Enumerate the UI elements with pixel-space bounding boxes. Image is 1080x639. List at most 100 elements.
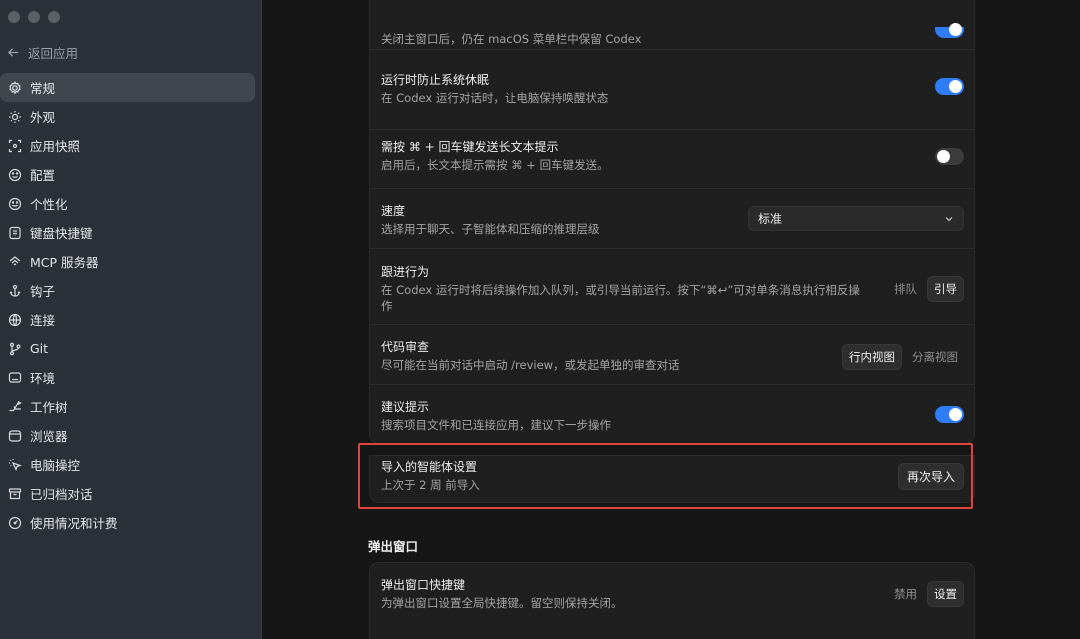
toggle-knob [949,80,962,93]
code-review-segmented: 行内视图 分离视图 [842,344,964,370]
sidebar-item-computer-use[interactable]: 电脑操控 [0,450,255,479]
sidebar-item-label: 钩子 [30,284,56,299]
worktree-icon [8,400,22,414]
follow-up-title: 跟进行为 [381,265,430,279]
smile-icon [8,197,22,211]
archive-icon [8,487,22,501]
setting-row-follow-up: 跟进行为 在 Codex 运行时将后续操作加入队列，或引导当前运行。按下“⌘↩”… [370,249,974,325]
browser-icon [8,429,22,443]
follow-up-desc: 在 Codex 运行时将后续操作加入队列，或引导当前运行。按下“⌘↩”可对单条消… [381,283,860,313]
cmd-enter-title: 需按 ⌘ + 回车键发送长文本提示 [381,140,559,154]
menubar-toggle[interactable] [935,23,964,38]
sidebar-item-label: 常规 [30,81,56,96]
prevent-sleep-desc: 在 Codex 运行对话时，让电脑保持唤醒状态 [381,91,609,105]
code-review-inline-option[interactable]: 行内视图 [842,344,902,370]
sidebar-item-hooks[interactable]: 钩子 [0,276,255,305]
close-window-button[interactable] [8,11,20,23]
sun-icon [8,110,22,124]
sidebar-item-label: 个性化 [30,197,68,212]
settings-nav: 常规 外观 应用快照 配置 个性化 键盘快捷键 MCP 服务器 钩子 连接 Gi… [0,73,262,537]
follow-up-queue-option[interactable]: 排队 [888,277,923,301]
sidebar-item-app-snapshot[interactable]: 应用快照 [0,131,255,160]
zoom-window-button[interactable] [48,11,60,23]
setting-row-popup-shortcut: 弹出窗口快捷键 为弹出窗口设置全局快捷键。留空则保持关闭。 禁用 设置 [370,563,974,623]
sidebar-item-environment[interactable]: 环境 [0,363,255,392]
general-settings-card: 关闭主窗口后，仍在 macOS 菜单栏中保留 Codex 运行时防止系统休眠 在… [369,0,975,444]
setting-row-menubar: 关闭主窗口后，仍在 macOS 菜单栏中保留 Codex [370,0,974,50]
sidebar-item-label: 电脑操控 [30,458,81,473]
highlight-box [358,443,973,509]
menubar-desc: 关闭主窗口后，仍在 macOS 菜单栏中保留 Codex [381,32,642,46]
setting-row-speed: 速度 选择用于聊天、子智能体和压缩的推理层级 标准 [370,189,974,249]
settings-main: 关闭主窗口后，仍在 macOS 菜单栏中保留 Codex 运行时防止系统休眠 在… [263,0,1080,639]
back-to-app-label: 返回应用 [28,46,79,61]
cmd-enter-desc: 启用后，长文本提示需按 ⌘ + 回车键发送。 [381,158,609,172]
popup-shortcut-controls: 禁用 设置 [888,581,964,607]
git-branch-icon [8,342,22,356]
code-review-separate-option[interactable]: 分离视图 [906,345,964,369]
sidebar-item-label: 环境 [30,371,56,386]
popup-section-heading: 弹出窗口 [368,539,419,554]
window-controls [8,11,60,23]
gear-icon [8,80,22,95]
hook-icon [8,284,22,298]
setting-row-cmd-enter: 需按 ⌘ + 回车键发送长文本提示 启用后，长文本提示需按 ⌘ + 回车键发送。 [370,130,974,189]
speed-desc: 选择用于聊天、子智能体和压缩的推理层级 [381,222,600,236]
popup-shortcut-desc: 为弹出窗口设置全局快捷键。留空则保持关闭。 [381,596,623,610]
sidebar-item-keyboard-shortcuts[interactable]: 键盘快捷键 [0,218,255,247]
prevent-sleep-title: 运行时防止系统休眠 [381,73,490,87]
follow-up-steer-option[interactable]: 引导 [927,276,964,302]
sidebar-item-label: 外观 [30,110,56,125]
sidebar: 返回应用 常规 外观 应用快照 配置 个性化 键盘快捷键 MCP 服务器 钩子 … [0,0,262,639]
setting-row-prevent-sleep: 运行时防止系统休眠 在 Codex 运行对话时，让电脑保持唤醒状态 [370,50,974,130]
speed-select[interactable]: 标准 [748,206,964,231]
cursor-icon [8,458,22,472]
speed-select-value: 标准 [758,212,783,226]
sidebar-item-mcp-servers[interactable]: MCP 服务器 [0,247,255,276]
sidebar-item-browser[interactable]: 浏览器 [0,421,255,450]
sidebar-item-label: 键盘快捷键 [30,226,93,241]
keyboard-icon [8,226,22,240]
popup-settings-card: 弹出窗口快捷键 为弹出窗口设置全局快捷键。留空则保持关闭。 禁用 设置 [369,562,975,639]
sidebar-item-label: Git [30,341,49,356]
setting-row-suggestions: 建议提示 搜索项目文件和已连接应用，建议下一步操作 [370,385,974,445]
sidebar-item-archived-chats[interactable]: 已归档对话 [0,479,255,508]
chevron-down-icon [945,216,953,221]
prevent-sleep-toggle[interactable] [935,78,964,95]
toggle-knob [949,408,962,421]
sidebar-item-config[interactable]: 配置 [0,160,255,189]
arrow-left-icon [7,48,19,57]
monitor-icon [8,371,22,385]
suggestions-desc: 搜索项目文件和已连接应用，建议下一步操作 [381,418,611,432]
cmd-enter-toggle[interactable] [935,148,964,165]
toggle-knob [949,23,962,36]
sidebar-item-general[interactable]: 常规 [0,73,255,102]
popup-shortcut-disable-option[interactable]: 禁用 [888,582,923,606]
suggestions-toggle[interactable] [935,406,964,423]
sidebar-item-personalization[interactable]: 个性化 [0,189,255,218]
config-icon [8,168,22,182]
sidebar-item-worktree[interactable]: 工作树 [0,392,255,421]
sidebar-item-label: 工作树 [30,400,68,415]
globe-icon [8,313,22,327]
sidebar-item-usage-billing[interactable]: 使用情况和计费 [0,508,255,537]
toggle-knob [937,150,950,163]
speed-title: 速度 [381,204,406,218]
popup-shortcut-title: 弹出窗口快捷键 [381,578,466,592]
popup-shortcut-set-button[interactable]: 设置 [927,581,964,607]
setting-row-code-review: 代码审查 尽可能在当前对话中启动 /review，或发起单独的审查对话 行内视图… [370,325,974,385]
sidebar-item-label: 使用情况和计费 [30,516,118,531]
sidebar-item-label: 已归档对话 [30,487,93,502]
gauge-icon [8,516,22,530]
sidebar-item-connections[interactable]: 连接 [0,305,255,334]
sidebar-item-git[interactable]: Git [0,334,255,363]
minimize-window-button[interactable] [28,11,40,23]
sidebar-item-label: 连接 [30,313,56,328]
sidebar-item-label: MCP 服务器 [30,255,99,270]
follow-up-segmented: 排队 引导 [888,276,964,302]
snapshot-icon [8,139,22,153]
back-to-app-button[interactable]: 返回应用 [7,43,78,62]
sidebar-item-label: 配置 [30,168,56,183]
sidebar-item-appearance[interactable]: 外观 [0,102,255,131]
mcp-icon [8,255,22,269]
